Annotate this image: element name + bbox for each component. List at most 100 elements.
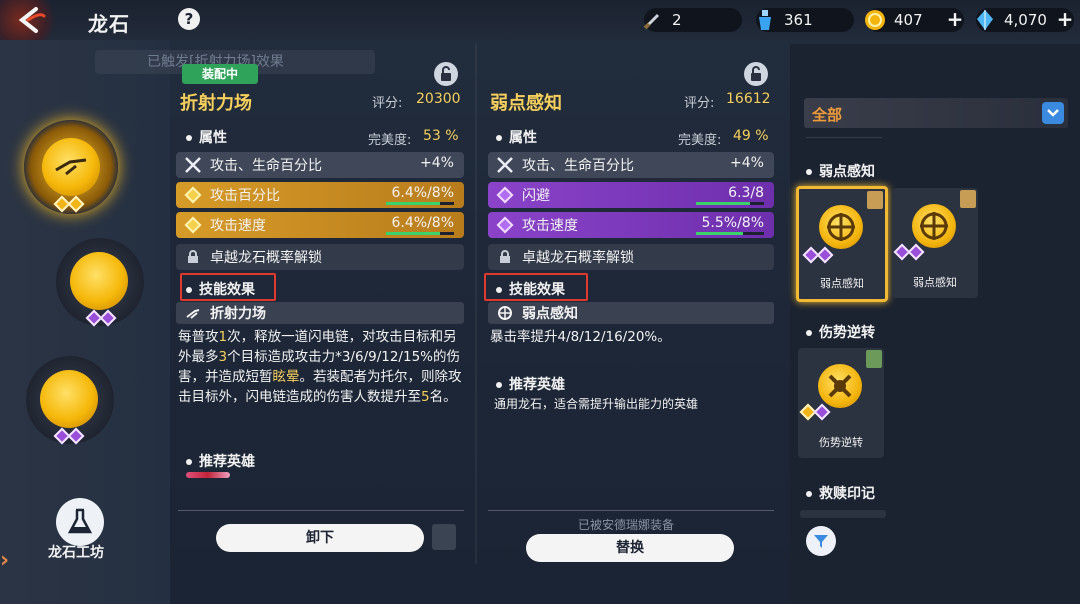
left-completeness-value: 53 % (423, 128, 459, 144)
left-stat-row-base: 攻击、生命百分比 +4% (176, 152, 464, 178)
left-recommend-title: 推荐英雄 (186, 451, 255, 471)
lock-toggle-right[interactable] (744, 62, 768, 86)
filter-dropdown[interactable] (804, 98, 1068, 128)
stone-slot-2[interactable] (56, 238, 144, 327)
desc-highlight: 眩晕 (272, 369, 300, 385)
card-label: 伤势逆转 (819, 436, 863, 449)
stat-label: 卓越龙石概率解锁 (210, 250, 322, 266)
left-divider (178, 510, 464, 511)
slot-1-rank-pips (53, 195, 85, 213)
left-stat-row-locked: 卓越龙石概率解锁 (176, 244, 464, 270)
stat-progress-fill (696, 232, 743, 235)
stone-card[interactable]: 弱点感知 (892, 188, 978, 298)
slot-3-rank-pips (53, 427, 85, 445)
right-completeness-label: 完美度: (678, 133, 722, 148)
left-stone-name: 折射力场 (180, 93, 252, 114)
potion-icon (752, 7, 778, 33)
stat-label: 卓越龙石概率解锁 (522, 250, 634, 266)
replace-button[interactable]: 替换 (526, 534, 734, 562)
stat-progress-fill (386, 232, 441, 235)
stat-progress-bar (386, 202, 454, 205)
hero-badge-icon (960, 190, 976, 208)
add-gold-button[interactable]: + (944, 8, 966, 32)
left-skill-description: 每普攻1次，释放一道闪电链，对攻击目标和另外最多3个目标造成攻击力*3/6/9/… (178, 327, 464, 407)
back-button[interactable] (0, 0, 62, 40)
right-skill-description: 暴击率提升4/8/12/16/20%。 (490, 329, 671, 345)
stone-slot-1[interactable] (24, 120, 118, 214)
card-rank-pips (799, 403, 831, 421)
injury-reversal-stone-icon (818, 364, 862, 408)
crossed-swords-icon (494, 154, 516, 176)
skill-name: 弱点感知 (522, 306, 578, 322)
left-score-label: 评分: (372, 96, 403, 111)
right-score-label: 评分: (684, 96, 715, 111)
slot-2-rank-pips (85, 309, 117, 327)
stone-card[interactable]: 伤势逆转 (798, 348, 884, 458)
resource-crystal: 4,070 + (976, 8, 1074, 32)
filter-button[interactable] (806, 526, 836, 556)
left-attributes-title: 属性 (186, 127, 227, 147)
group-title-injury-reversal: 伤势逆转 (806, 322, 875, 342)
card-label: 弱点感知 (820, 277, 864, 290)
crossed-swords-icon (182, 154, 204, 176)
stone-card-partial (800, 510, 886, 518)
desc-highlight: 5 (421, 389, 430, 405)
gold-diamond-icon (182, 214, 204, 236)
lock-icon (441, 66, 451, 81)
right-skill-header: 弱点感知 (488, 302, 774, 324)
stat-label: 攻击百分比 (210, 188, 280, 204)
left-stat-row-attack-percent: 攻击百分比 6.4%/8% (176, 182, 464, 208)
right-skill-title: 技能效果 (496, 279, 565, 299)
workshop-label: 龙石工坊 (48, 545, 104, 561)
hero-badge-icon (866, 350, 882, 368)
chevron-down-icon[interactable] (1042, 102, 1064, 124)
stat-progress-bar (386, 232, 454, 235)
stat-value: +4% (420, 155, 454, 171)
stat-progress-bar (696, 232, 764, 235)
skill-name: 折射力场 (210, 306, 266, 322)
right-stone-name: 弱点感知 (490, 93, 562, 114)
desc-text: 每普攻 (178, 329, 219, 345)
lock-toggle-left[interactable] (434, 62, 458, 86)
crystal-icon (972, 7, 998, 33)
stone-card-selected[interactable]: 弱点感知 (796, 186, 888, 302)
equipped-badge: 装配中 (182, 64, 258, 84)
dragon-stone-screen: 龙石 ? 2 361 407 + 4,070 + 已触发[折射力场]效果 龙石工… (0, 0, 1080, 604)
stat-progress-bar (696, 202, 764, 205)
weakpoint-stone-icon (912, 204, 956, 248)
gold-diamond-icon (182, 184, 204, 206)
workshop-button[interactable] (56, 498, 104, 546)
add-crystal-button[interactable]: + (1054, 8, 1076, 32)
target-reticle-icon (494, 302, 516, 324)
left-score-value: 20300 (416, 91, 461, 107)
purple-diamond-icon (494, 184, 516, 206)
stone-slot-3[interactable] (26, 356, 114, 445)
padlock-icon (494, 246, 516, 268)
left-completeness-label: 完美度: (368, 133, 412, 148)
card-rank-pips (802, 246, 834, 264)
trash-icon[interactable] (432, 524, 456, 550)
card-label: 弱点感知 (913, 276, 957, 289)
sword-icon (640, 7, 666, 33)
unequip-button[interactable]: 卸下 (216, 524, 424, 552)
left-skill-title: 技能效果 (186, 279, 255, 299)
right-stat-row-base: 攻击、生命百分比 +4% (488, 152, 774, 178)
stat-value: 6.4%/8% (391, 185, 455, 201)
expand-arrow-icon[interactable]: › (0, 548, 9, 573)
dropdown-underline (806, 137, 882, 138)
gold-count: 407 (894, 11, 923, 29)
equipped-by-note: 已被安德瑞娜装备 (578, 518, 675, 532)
stat-value: +4% (730, 155, 764, 171)
page-title: 龙石 (88, 12, 130, 36)
group-title-redemption-mark: 救赎印记 (806, 483, 875, 503)
desc-text: 名。 (429, 389, 457, 405)
refraction-field-icon (42, 138, 100, 196)
group-title-weakpoint: 弱点感知 (806, 161, 875, 181)
hero-portrait-strip (186, 472, 230, 478)
stat-value: 6.4%/8% (391, 215, 455, 231)
potion-count: 361 (784, 11, 813, 29)
help-button[interactable]: ? (178, 8, 200, 30)
resource-sword: 2 (643, 8, 742, 32)
stat-label: 攻击速度 (522, 218, 578, 234)
flask-icon (67, 508, 93, 534)
